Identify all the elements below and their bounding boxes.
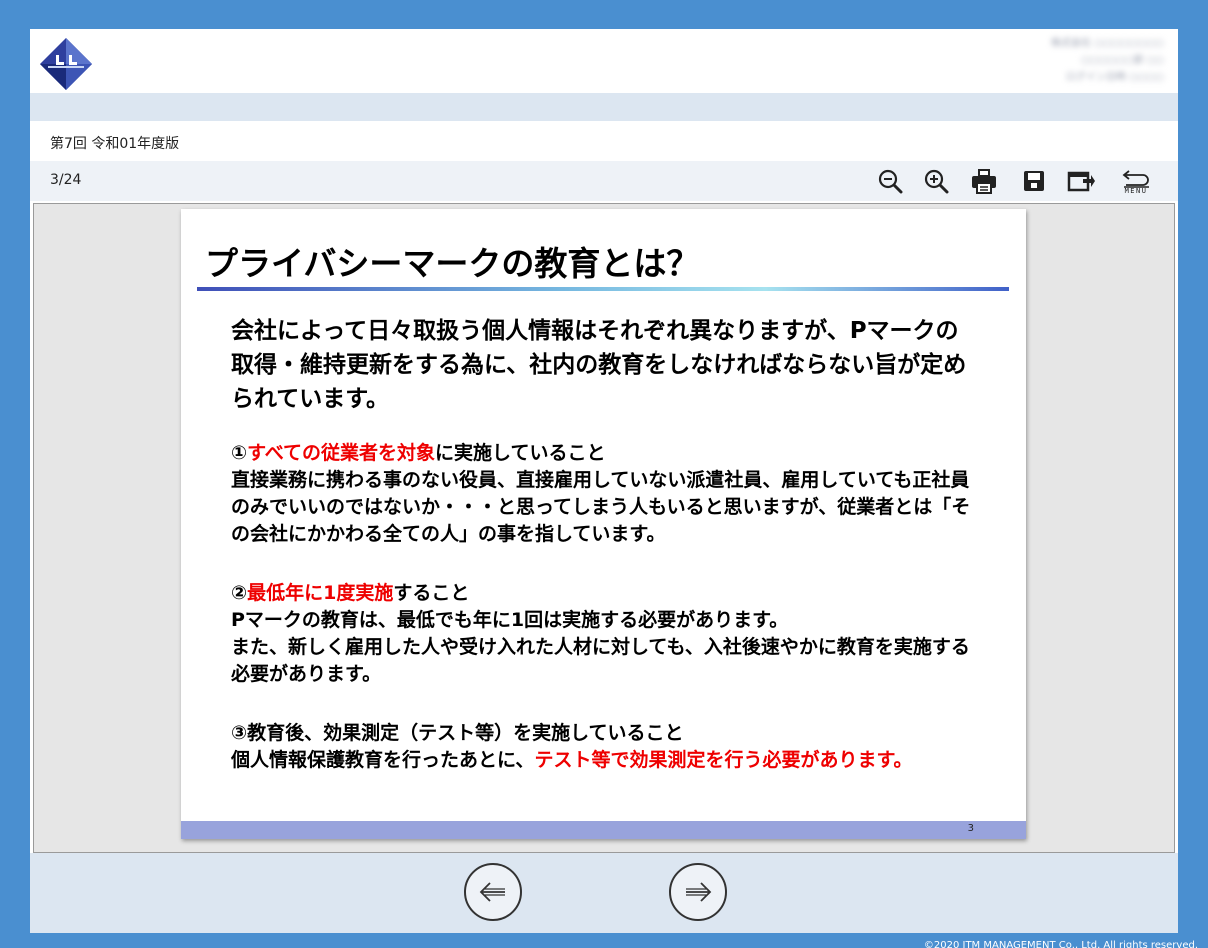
title-underline	[197, 287, 1009, 291]
slide-footer: 3	[181, 821, 1026, 839]
slide-intro: 会社によって日々取扱う個人情報はそれぞれ異なりますが、Pマークの取得・維持更新を…	[231, 318, 967, 412]
section-heading: ①すべての従業者を対象に実施していること	[231, 442, 606, 464]
section-heading: ②最低年に1度実施すること	[231, 582, 470, 604]
section-3: ③教育後、効果測定（テスト等）を実施していること 個人情報保護教育を行ったあとに…	[231, 720, 981, 774]
section-body: Pマークの教育は、最低でも年に1回は実施する必要があります。 また、新しく雇用し…	[231, 609, 970, 685]
header: 株式会社 ○○○○○○○○ ○○○○○○部 ○○ ログイン日時 ○○○○	[30, 29, 1178, 93]
save-button[interactable]	[1018, 165, 1050, 197]
user-info: 株式会社 ○○○○○○○○ ○○○○○○部 ○○ ログイン日時 ○○○○	[944, 35, 1164, 89]
left-arrow-icon	[479, 882, 505, 902]
zoom-out-button[interactable]	[874, 165, 906, 197]
right-arrow-icon	[686, 882, 712, 902]
page-counter: 3/24	[50, 172, 82, 188]
slide-title: プライバシーマークの教育とは？	[205, 244, 700, 283]
section-1: ①すべての従業者を対象に実施していること 直接業務に携わる事のない役員、直接雇用…	[231, 440, 981, 548]
menu-label: MENU	[1124, 186, 1148, 195]
user-info-line: 株式会社 ○○○○○○○○	[1051, 38, 1164, 49]
zoom-out-icon	[878, 169, 903, 194]
slide-viewer[interactable]: プライバシーマークの教育とは？ 会社によって日々取扱う個人情報はそれぞれ異なりま…	[33, 203, 1175, 853]
header-band	[30, 93, 1178, 121]
menu-return-icon	[1122, 169, 1149, 188]
slide-page-number: 3	[967, 823, 974, 834]
slide: プライバシーマークの教育とは？ 会社によって日々取扱う個人情報はそれぞれ異なりま…	[181, 209, 1026, 839]
company-logo	[38, 35, 94, 91]
zoom-in-button[interactable]	[920, 165, 952, 197]
user-info-line: ログイン日時 ○○○○	[1065, 72, 1164, 83]
navigation-bar	[30, 853, 1178, 933]
section-body: 個人情報保護教育を行ったあとに、テスト等で効果測定を行う必要があります。	[231, 749, 913, 771]
export-icon	[1067, 171, 1095, 192]
user-info-line: ○○○○○○部 ○○	[1081, 55, 1164, 66]
section-2: ②最低年に1度実施すること Pマークの教育は、最低でも年に1回は実施する必要があ…	[231, 580, 981, 688]
print-button[interactable]	[968, 165, 1000, 197]
menu-button[interactable]: MENU	[1120, 165, 1152, 197]
section-heading: ③教育後、効果測定（テスト等）を実施していること	[231, 722, 684, 744]
prev-page-button[interactable]	[464, 863, 522, 921]
export-button[interactable]	[1065, 165, 1097, 197]
zoom-in-icon	[924, 169, 949, 194]
save-icon	[1024, 171, 1044, 191]
app-frame: 株式会社 ○○○○○○○○ ○○○○○○部 ○○ ログイン日時 ○○○○ 第7回…	[30, 29, 1178, 933]
copyright-text: ©2020 JTM MANAGEMENT Co., Ltd. All right…	[923, 940, 1198, 948]
print-icon	[972, 169, 996, 194]
section-body: 直接業務に携わる事のない役員、直接雇用していない派遣社員、雇用していても正社員の…	[231, 469, 971, 545]
toolbar: 3/24 MENU	[30, 161, 1178, 201]
next-page-button[interactable]	[669, 863, 727, 921]
document-title: 第7回 令和01年度版	[50, 136, 180, 152]
